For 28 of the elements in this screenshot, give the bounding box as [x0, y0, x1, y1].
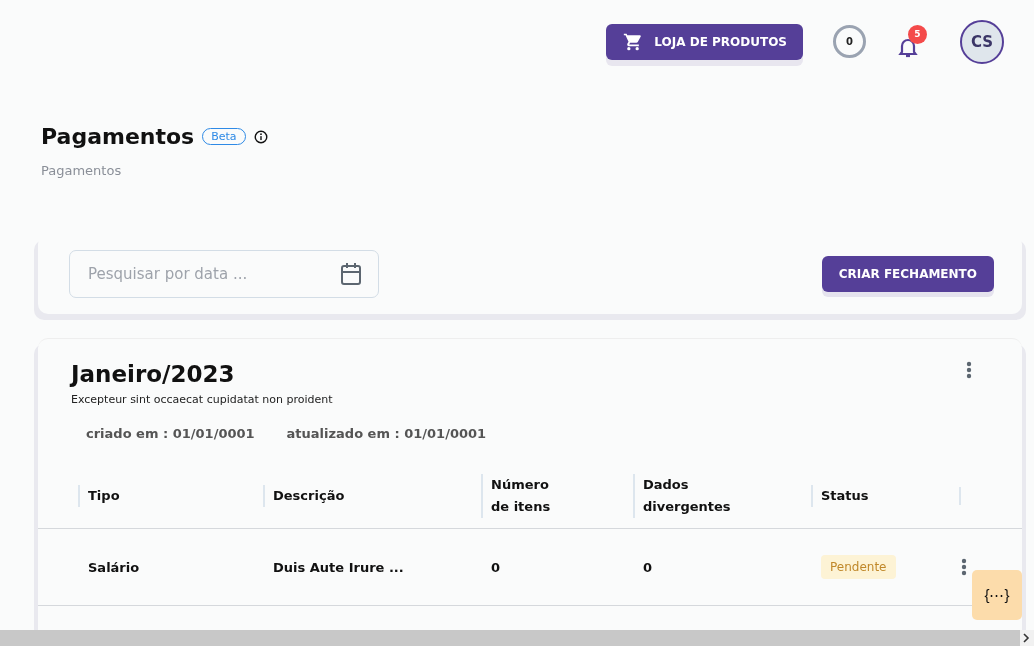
column-header: Dados divergentes — [633, 473, 743, 518]
table-cell-text: Duis Aute Irure ... — [272, 559, 405, 575]
updated-date: atualizado em : 01/01/0001 — [286, 426, 487, 441]
row-options-icon[interactable] — [961, 558, 967, 576]
notification-badge: 5 — [908, 24, 927, 44]
more-options-icon[interactable] — [966, 361, 972, 379]
notification-button[interactable]: 5 — [896, 24, 930, 59]
scroll-right-icon[interactable] — [1022, 633, 1030, 643]
calendar-icon[interactable] — [340, 262, 362, 286]
counter: 0 — [833, 25, 866, 58]
created-date: criado em : 01/01/0001 — [86, 426, 255, 441]
table-cell-text: Salário — [87, 559, 141, 575]
column-header: Número de itens — [481, 473, 561, 518]
column-header: Descrição — [263, 484, 345, 507]
column-header: Status — [811, 484, 869, 507]
date-search-field[interactable]: Pesquisar por data ... — [69, 250, 379, 298]
table-cell-text: 0 — [490, 559, 502, 575]
info-icon[interactable] — [253, 129, 268, 144]
column-header: Tipo — [78, 484, 120, 507]
table-cell-text: 0 — [642, 559, 654, 575]
status-tag: Pendente — [821, 555, 896, 579]
closing-description: Excepteur sint occaecat cupidatat non proident — [70, 392, 334, 406]
page-title: Pagamentos — [41, 124, 195, 149]
closing-title: Janeiro/2023 — [71, 361, 235, 387]
search-input[interactable]: Pesquisar por data ... — [86, 264, 316, 284]
breadcrumb: Pagamentos — [40, 162, 123, 178]
code-widget-button[interactable]: {⋯} — [972, 570, 1022, 620]
user-avatar[interactable]: CS — [960, 19, 1004, 64]
